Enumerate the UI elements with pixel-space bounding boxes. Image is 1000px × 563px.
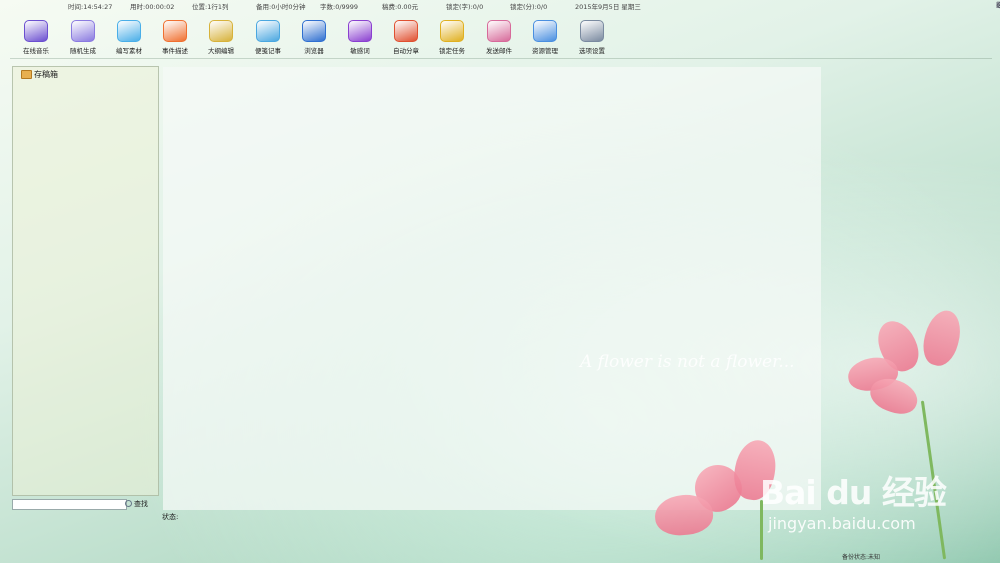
toolbar-button-label: 浏览器 bbox=[304, 47, 324, 55]
status-bar: 时间:14:54:27 用时:00:00:02 位置:1行1列 备用:0小时0分… bbox=[0, 0, 1000, 11]
search-button[interactable]: 查找 bbox=[125, 498, 148, 509]
baidu-logo: Bai du 经验 bbox=[760, 473, 947, 512]
close-icon[interactable]: ✕ bbox=[996, 1, 1000, 11]
toolbar-button[interactable]: 发送邮件 bbox=[477, 20, 521, 55]
gear-icon bbox=[580, 20, 604, 42]
toolbar-button-label: 选项设置 bbox=[579, 47, 605, 55]
folder-icon bbox=[21, 70, 32, 79]
toolbar-button[interactable]: 选项设置 bbox=[570, 20, 614, 55]
toolbar-button-label: 发送邮件 bbox=[486, 47, 512, 55]
toolbar-button[interactable]: 资源管理 bbox=[523, 20, 567, 55]
toolbar-button-label: 大纲编辑 bbox=[208, 47, 234, 55]
status-date: 2015年9月5日 星期三 bbox=[575, 3, 641, 11]
book-icon bbox=[394, 20, 418, 42]
globe-icon bbox=[302, 20, 326, 42]
folder-icon bbox=[117, 20, 141, 42]
status-time: 时间:14:54:27 bbox=[68, 3, 113, 11]
refresh-icon bbox=[348, 20, 372, 42]
watermark-url: jingyan.baidu.com bbox=[768, 514, 916, 533]
draft-box-label: 存稿箱 bbox=[34, 70, 58, 79]
music-disc-icon bbox=[24, 20, 48, 42]
toolbar-button[interactable]: 便笺记事 bbox=[246, 20, 290, 55]
toolbar-button-label: 便笺记事 bbox=[255, 47, 281, 55]
toolbar-button[interactable]: 浏览器 bbox=[292, 20, 336, 55]
toolbar: 在线音乐 随机生成 编写素材 事件描述 大纲编辑 便笺记事 浏览器 敏感词 自动分章 锁定任务 发送… bbox=[0, 20, 1000, 56]
backup-status: 备份状态:未知 bbox=[842, 554, 881, 561]
status-reserve: 备用:0小时0分钟 bbox=[256, 3, 306, 11]
draft-box-panel: 存稿箱 bbox=[12, 66, 159, 496]
toolbar-button[interactable]: 自动分章 bbox=[384, 20, 428, 55]
users-icon bbox=[71, 20, 95, 42]
toolbar-button-label: 资源管理 bbox=[532, 47, 558, 55]
baidu-watermark: Bai du 经验 jingyan.baidu.com bbox=[760, 458, 990, 548]
flower-petal bbox=[918, 306, 966, 370]
status-elapsed: 用时:00:00:02 bbox=[130, 3, 175, 11]
toolbar-divider bbox=[10, 58, 992, 59]
toolbar-button-label: 在线音乐 bbox=[23, 47, 49, 55]
toolbar-button-label: 锁定任务 bbox=[439, 47, 465, 55]
status-position: 位置:1行1列 bbox=[192, 3, 229, 11]
draft-box-root[interactable]: 存稿箱 bbox=[21, 69, 58, 80]
toolbar-button-label: 自动分章 bbox=[393, 47, 419, 55]
toolbar-button[interactable]: 在线音乐 bbox=[14, 20, 58, 55]
toolbar-button[interactable]: 编写素材 bbox=[107, 20, 151, 55]
windows-icon bbox=[163, 20, 187, 42]
decorative-script-text: A flower is not a flower... bbox=[580, 352, 795, 372]
notepad-icon bbox=[256, 20, 280, 42]
search-button-label: 查找 bbox=[134, 499, 148, 508]
toolbar-button[interactable]: 随机生成 bbox=[61, 20, 105, 55]
toolbar-button-label: 敏感词 bbox=[350, 47, 370, 55]
toolbar-button-label: 事件描述 bbox=[162, 47, 188, 55]
search-input[interactable] bbox=[12, 499, 127, 510]
toolbar-button[interactable]: 敏感词 bbox=[338, 20, 382, 55]
lock-icon bbox=[440, 20, 464, 42]
toolbar-button[interactable]: 锁定任务 bbox=[430, 20, 474, 55]
computer-icon bbox=[533, 20, 557, 42]
toolbar-button-label: 随机生成 bbox=[70, 47, 96, 55]
toolbar-button[interactable]: 事件描述 bbox=[153, 20, 197, 55]
outline-icon bbox=[209, 20, 233, 42]
editor-text-area[interactable] bbox=[163, 67, 821, 510]
editor-status-label: 状态: bbox=[162, 513, 179, 521]
status-word-count: 字数:0/9999 bbox=[320, 3, 359, 11]
status-fee: 稿费:0.00元 bbox=[382, 3, 419, 11]
toolbar-button[interactable]: 大纲编辑 bbox=[199, 20, 243, 55]
status-lock-chars: 锁定(字):0/0 bbox=[446, 3, 484, 11]
toolbar-button-label: 编写素材 bbox=[116, 47, 142, 55]
mail-icon bbox=[487, 20, 511, 42]
status-lock-minutes: 锁定(分):0/0 bbox=[510, 3, 548, 11]
search-icon bbox=[125, 500, 132, 507]
